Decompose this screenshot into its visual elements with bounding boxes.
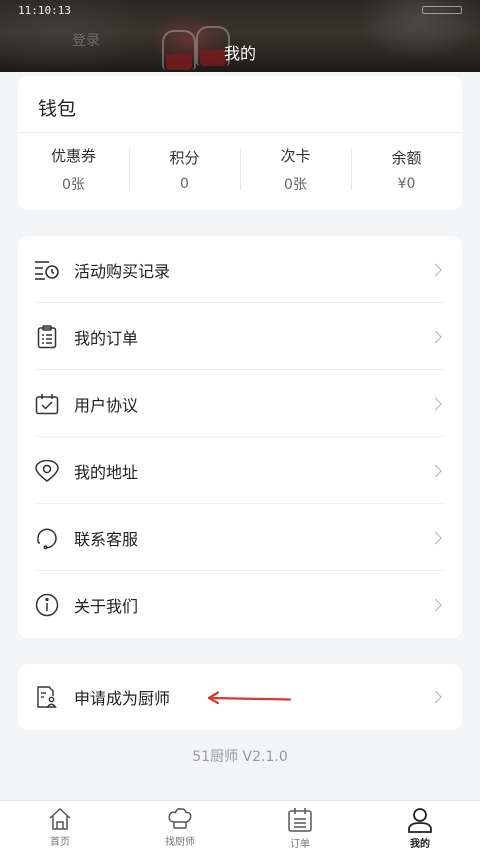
stat-value: 0张	[62, 176, 85, 193]
menu-item-label: 关于我们	[74, 596, 139, 616]
agreement-icon	[34, 391, 60, 417]
tab-label: 订单	[290, 839, 310, 850]
stat-value: ¥0	[397, 175, 416, 192]
home-icon	[49, 807, 71, 830]
person-icon	[408, 808, 432, 833]
wallet-stat-points[interactable]: 积分 0	[129, 138, 240, 200]
menu-item-about-us[interactable]: 关于我们	[18, 571, 462, 638]
menu-item-label: 用户协议	[74, 395, 139, 415]
wallet-stat-balance[interactable]: 余额 ¥0	[351, 138, 462, 200]
menu-item-label: 联系客服	[74, 529, 139, 549]
chevron-right-icon	[429, 397, 442, 410]
red-arrow-icon	[207, 691, 292, 705]
location-icon	[34, 458, 60, 484]
chevron-right-icon	[429, 263, 442, 276]
wallet-title: 钱包	[38, 98, 77, 120]
wallet-stat-coupons[interactable]: 优惠券 0张	[18, 138, 129, 200]
tab-me[interactable]: 我的	[360, 801, 480, 853]
wallet-card: 钱包 优惠券 0张 积分 0 次卡 0张 余额 ¥0	[18, 76, 462, 210]
menu-item-customer-service[interactable]: 联系客服	[18, 504, 462, 571]
page-title: 我的	[223, 44, 256, 63]
stat-value: 0	[180, 175, 189, 192]
menu-item-label: 我的地址	[74, 462, 139, 482]
app-version: 51厨师 V2.1.0	[192, 749, 288, 765]
chevron-right-icon	[429, 598, 442, 611]
tab-label: 我的	[410, 839, 430, 850]
header-banner: 11:10:13 登录 我的	[0, 0, 480, 72]
clipboard-icon	[34, 324, 60, 350]
chef-hat-icon	[168, 808, 192, 829]
menu-item-label: 申请成为厨师	[74, 689, 171, 708]
tab-home[interactable]: 首页	[0, 801, 120, 853]
wallet-stat-cards[interactable]: 次卡 0张	[240, 138, 351, 200]
menu-card: 活动购买记录 我的订单 用户协议 我的地址 联系客服 关于我们	[18, 236, 462, 638]
info-icon	[34, 592, 60, 618]
chevron-right-icon	[429, 690, 442, 704]
apply-document-icon	[34, 684, 60, 710]
status-time: 11:10:13	[18, 4, 71, 17]
stat-label: 余额	[391, 148, 422, 167]
menu-item-my-address[interactable]: 我的地址	[18, 437, 462, 504]
calendar-list-icon	[288, 808, 312, 832]
stat-label: 次卡	[280, 146, 311, 165]
chevron-right-icon	[429, 464, 442, 477]
divider	[18, 132, 462, 133]
purchase-record-icon	[34, 257, 60, 283]
tab-label: 首页	[50, 837, 70, 848]
tab-find-chef[interactable]: 找厨师	[120, 801, 240, 853]
chevron-right-icon	[429, 330, 442, 343]
menu-item-user-agreement[interactable]: 用户协议	[18, 370, 462, 437]
customer-service-icon	[34, 525, 60, 551]
stat-value: 0张	[284, 176, 307, 193]
stat-label: 积分	[169, 148, 200, 167]
tab-orders[interactable]: 订单	[240, 801, 360, 853]
bottom-tab-bar: 首页 找厨师 订单 我的	[0, 800, 480, 853]
menu-item-my-orders[interactable]: 我的订单	[18, 303, 462, 370]
menu-item-label: 活动购买记录	[74, 261, 171, 281]
battery-icon	[422, 6, 462, 14]
stat-label: 优惠券	[50, 146, 96, 165]
menu-item-label: 我的订单	[74, 328, 139, 348]
tab-label: 找厨师	[165, 837, 195, 848]
chevron-right-icon	[429, 531, 442, 544]
menu-item-purchase-records[interactable]: 活动购买记录	[18, 236, 462, 303]
